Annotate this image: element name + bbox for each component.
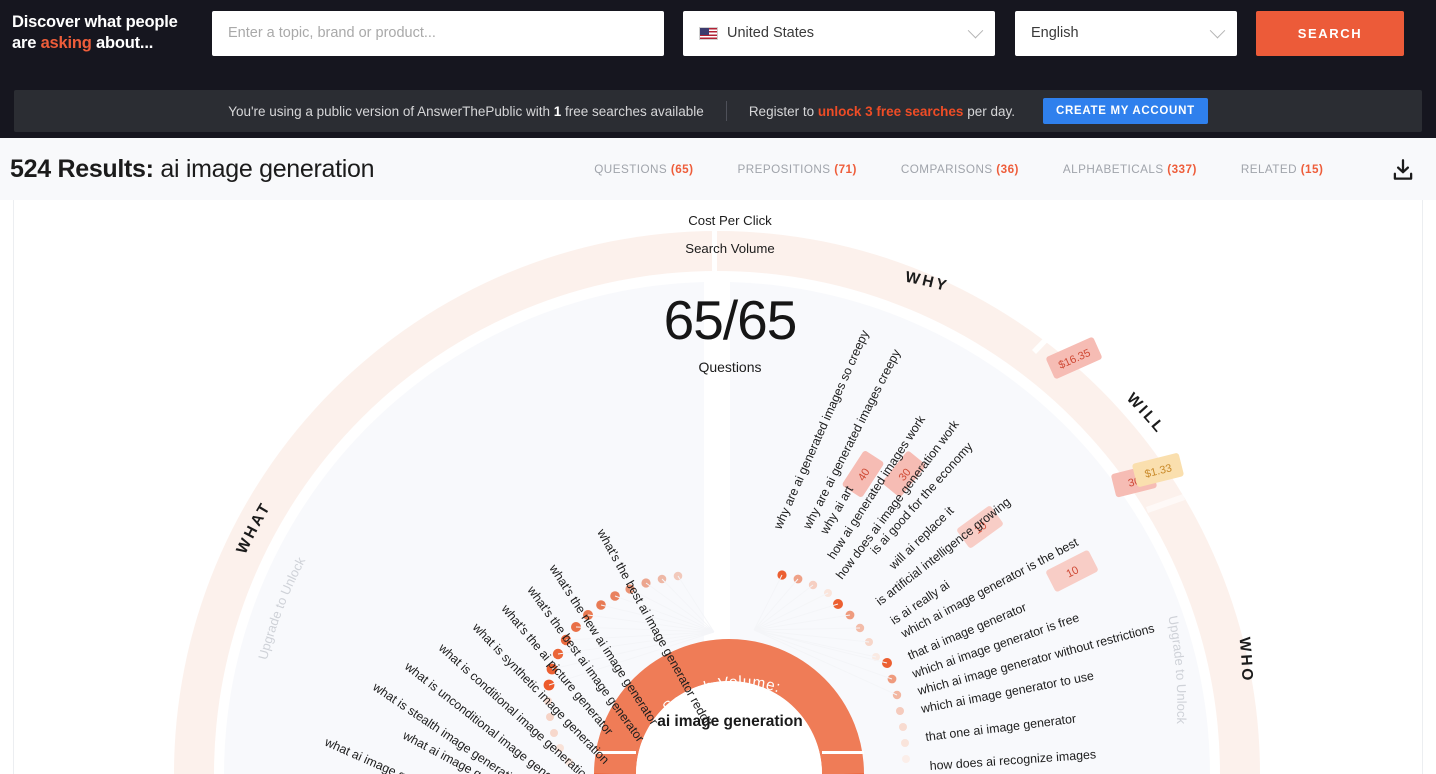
notice-register: Register to unlock 3 free searches per d… [749,104,1015,119]
language-select-value: English [1031,25,1212,41]
notice-banner-wrap: You're using a public version of AnswerT… [0,66,1436,138]
tagline-post: about... [92,34,153,52]
search-input[interactable] [212,11,664,56]
search-button[interactable]: SEARCH [1256,11,1404,56]
legend-search-volume: Search Volume [630,241,830,256]
results-tabs: QUESTIONS (65) PREPOSITIONS (71) COMPARI… [572,163,1345,176]
create-account-button[interactable]: CREATE MY ACCOUNT [1043,98,1208,124]
tab-prepositions-count: (71) [834,163,857,176]
notice-message-pre: You're using a public version of AnswerT… [228,104,554,119]
question-count: 65/65 [530,290,930,350]
register-highlight: unlock 3 free searches [818,104,964,119]
notice-banner: You're using a public version of AnswerT… [14,90,1422,132]
language-select[interactable]: English [1015,11,1237,56]
tab-alphabeticals[interactable]: ALPHABETICALS (337) [1041,163,1219,176]
ring-label-who: WHO [1236,636,1256,683]
tab-questions[interactable]: QUESTIONS (65) [572,163,715,176]
tab-questions-count: (65) [671,163,694,176]
visualization-area: WHAT WHY WILL WHO Upgrade to Unlock Upgr… [0,200,1436,774]
top-search-bar: Discover what people are asking about...… [0,0,1436,66]
tab-comparisons-label: COMPARISONS [901,163,993,176]
tab-related-label: RELATED [1241,163,1297,176]
chevron-down-icon [1210,22,1226,38]
legend-cost-per-click: Cost Per Click [630,213,830,228]
tagline-line1: Discover what people [12,13,178,31]
download-icon[interactable] [1390,157,1416,183]
tagline-highlight: asking [41,34,92,52]
tab-related[interactable]: RELATED (15) [1219,163,1346,176]
tab-related-count: (15) [1301,163,1324,176]
tab-questions-label: QUESTIONS [594,163,667,176]
tab-prepositions-label: PREPOSITIONS [737,163,830,176]
notice-message: You're using a public version of AnswerT… [228,104,704,119]
question-count-label: Questions [630,359,830,375]
chevron-down-icon [968,22,984,38]
results-header: 524 Results: ai image generation QUESTIO… [0,138,1436,200]
results-count: 524 Results: [10,155,154,183]
notice-divider [726,101,727,121]
country-select-value: United States [727,25,970,41]
tab-prepositions[interactable]: PREPOSITIONS (71) [715,163,878,176]
country-select[interactable]: United States [683,11,995,56]
question-wheel[interactable]: WHAT WHY WILL WHO Upgrade to Unlock Upgr… [14,200,1424,774]
page-title: 524 Results: ai image generation [10,155,374,184]
register-pre: Register to [749,104,818,119]
tagline-pre: are [12,34,41,52]
visualization-frame: WHAT WHY WILL WHO Upgrade to Unlock Upgr… [13,200,1423,774]
tagline: Discover what people are asking about... [0,12,212,54]
tab-comparisons[interactable]: COMPARISONS (36) [879,163,1041,176]
register-post: per day. [963,104,1015,119]
tab-alphabeticals-count: (337) [1167,163,1197,176]
notice-message-post: free searches available [561,104,704,119]
results-keyword: ai image generation [160,155,374,183]
us-flag-icon [699,27,718,40]
center-keyword: ai image generation [654,711,806,732]
tab-alphabeticals-label: ALPHABETICALS [1063,163,1164,176]
tab-comparisons-count: (36) [996,163,1019,176]
